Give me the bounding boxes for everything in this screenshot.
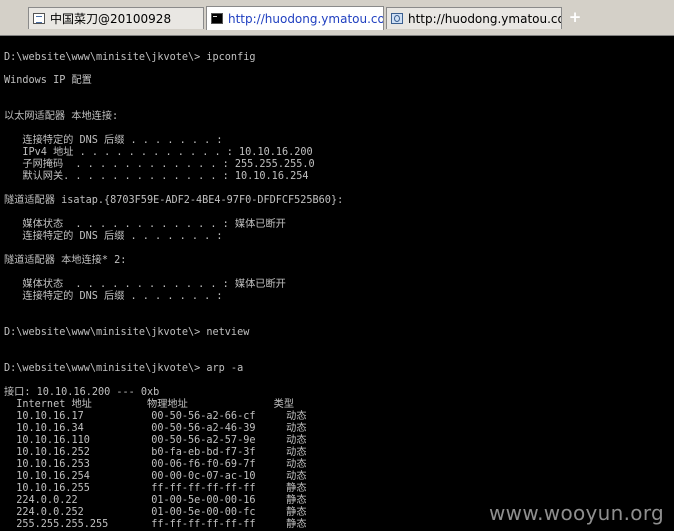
arp-row: 10.10.16.17 00-50-56-a2-66-cf 动态 bbox=[4, 411, 307, 422]
tab-label: 中国菜刀@20100928 bbox=[50, 12, 172, 26]
console-line: 连接特定的 DNS 后缀 . . . . . . . : bbox=[4, 231, 223, 242]
console-line: D:\website\www\minisite\jkvote\> netview bbox=[4, 327, 250, 338]
cmd-icon bbox=[211, 13, 223, 24]
console-line: 连接特定的 DNS 后缀 . . . . . . . : bbox=[4, 135, 223, 146]
tab-label: http://huodong.ymatou.com/... bbox=[408, 11, 561, 26]
arp-row: 10.10.16.110 00-50-56-a2-57-9e 动态 bbox=[4, 435, 307, 446]
tab-bar: 中国菜刀@20100928 http://huodong.ymatou.com/… bbox=[0, 0, 674, 36]
arp-row: 224.0.0.252 01-00-5e-00-00-fc 静态 bbox=[4, 507, 307, 518]
tab-webpage[interactable]: http://huodong.ymatou.com/... × bbox=[386, 7, 562, 29]
watermark: www.wooyun.org bbox=[489, 501, 664, 525]
arp-row: 10.10.16.254 00-00-0c-07-ac-10 动态 bbox=[4, 471, 307, 482]
arp-row: 10.10.16.252 b0-fa-eb-bd-f7-3f 动态 bbox=[4, 447, 307, 458]
arp-header-row: Internet 地址 物理地址 类型 bbox=[4, 399, 295, 410]
console-line: 隧道适配器 isatap.{8703F59E-ADF2-4BE4-97F0-DF… bbox=[4, 195, 344, 206]
console-line: IPv4 地址 . . . . . . . . . . . . : 10.10.… bbox=[4, 147, 313, 158]
console-line: 以太网适配器 本地连接: bbox=[4, 111, 119, 122]
arp-row: 10.10.16.253 00-06-f6-f0-69-7f 动态 bbox=[4, 459, 307, 470]
new-tab-button[interactable]: + bbox=[568, 8, 582, 26]
console-line: D:\website\www\minisite\jkvote\> arp -a bbox=[4, 363, 244, 374]
console-line: Windows IP 配置 bbox=[4, 75, 92, 86]
tab-label: http://huodong.ymatou.com/... bbox=[228, 11, 383, 26]
arp-row: 10.10.16.255 ff-ff-ff-ff-ff-ff 静态 bbox=[4, 483, 307, 494]
console-line: 媒体状态 . . . . . . . . . . . . : 媒体已断开 bbox=[4, 279, 286, 290]
console-output[interactable]: D:\website\www\minisite\jkvote\> ipconfi… bbox=[0, 36, 674, 531]
tab-china-chopper[interactable]: 中国菜刀@20100928 bbox=[28, 7, 204, 29]
console-line: 接口: 10.10.16.200 --- 0xb bbox=[4, 387, 160, 398]
console-line: D:\website\www\minisite\jkvote\> ipconfi… bbox=[4, 52, 256, 63]
console-line: 隧道适配器 本地连接* 2: bbox=[4, 255, 127, 266]
arp-row: 224.0.0.22 01-00-5e-00-00-16 静态 bbox=[4, 495, 307, 506]
console-line: 子网掩码 . . . . . . . . . . . . : 255.255.2… bbox=[4, 159, 315, 170]
console-line: 媒体状态 . . . . . . . . . . . . : 媒体已断开 bbox=[4, 219, 286, 230]
arp-row: 10.10.16.34 00-50-56-a2-46-39 动态 bbox=[4, 423, 307, 434]
globe-icon bbox=[391, 13, 403, 24]
console-line: 连接特定的 DNS 后缀 . . . . . . . : bbox=[4, 291, 223, 302]
arp-row: 255.255.255.255 ff-ff-ff-ff-ff-ff 静态 bbox=[4, 519, 307, 530]
page-icon bbox=[33, 13, 45, 24]
console-line: 默认网关. . . . . . . . . . . . . : 10.10.16… bbox=[4, 171, 309, 182]
tab-console[interactable]: http://huodong.ymatou.com/... bbox=[206, 6, 384, 30]
